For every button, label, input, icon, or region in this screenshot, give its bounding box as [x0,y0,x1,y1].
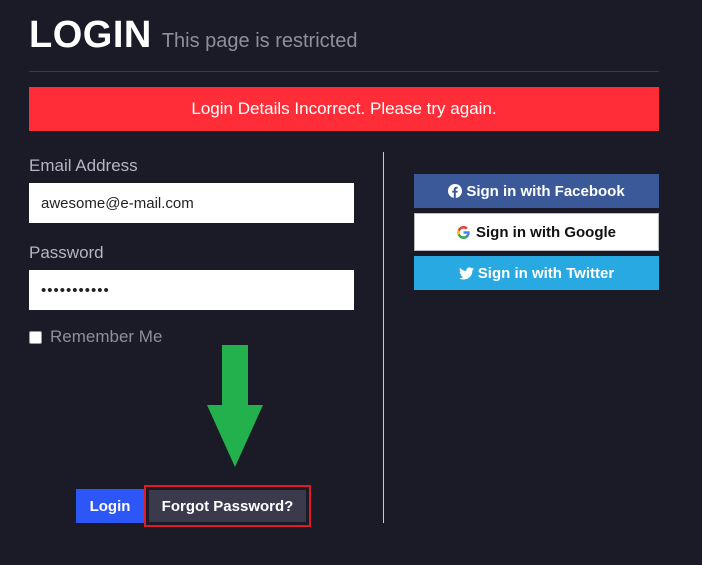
error-alert: Login Details Incorrect. Please try agai… [29,87,659,131]
header-divider [29,71,659,72]
facebook-icon [448,184,463,198]
twitter-signin-button[interactable]: Sign in with Twitter [414,256,659,290]
twitter-icon [458,266,474,280]
page-header: LOGIN This page is restricted [29,14,357,57]
facebook-signin-label: Sign in with Facebook [466,182,625,200]
google-icon [457,225,470,239]
remember-me-checkbox[interactable] [29,330,42,344]
email-label: Email Address [29,156,138,175]
google-signin-label: Sign in with Google [476,223,616,241]
twitter-signin-label: Sign in with Twitter [477,264,615,282]
facebook-signin-button[interactable]: Sign in with Facebook [414,174,659,208]
forgot-password-button[interactable]: Forgot Password? [149,490,306,522]
google-signin-button[interactable]: Sign in with Google [414,213,659,251]
remember-me[interactable]: Remember Me [29,327,162,347]
email-field[interactable] [29,183,354,223]
vertical-divider [383,152,384,523]
password-label: Password [29,243,104,262]
password-field[interactable] [29,270,354,310]
remember-me-label: Remember Me [50,327,163,346]
error-alert-message: Login Details Incorrect. Please try agai… [191,99,497,118]
login-button[interactable]: Login [76,489,144,523]
page-subtitle: This page is restricted [161,30,358,52]
page-title: LOGIN [29,14,152,56]
down-arrow-annotation-icon [207,345,263,467]
